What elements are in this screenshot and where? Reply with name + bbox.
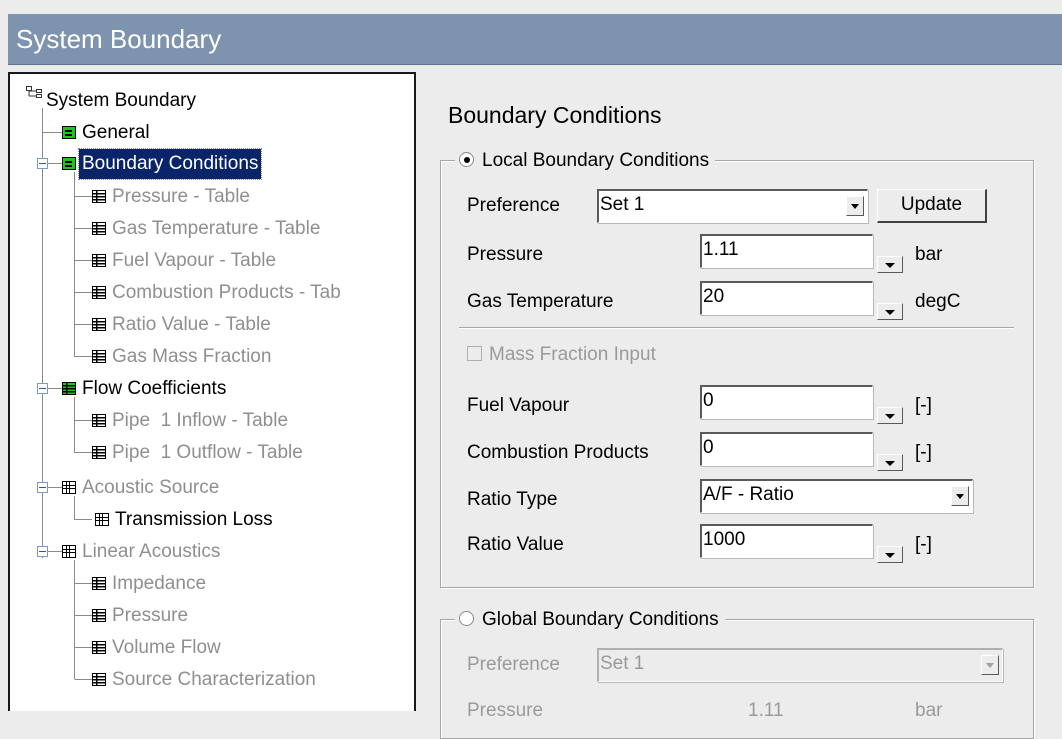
chevron-down-icon[interactable] [951, 486, 969, 506]
pressure-unit: bar [915, 244, 943, 265]
ratio-type-select[interactable]: A/F - Ratio [700, 479, 973, 513]
gas-temperature-label: Gas Temperature [467, 291, 614, 312]
table-icon [92, 254, 106, 267]
combustion-products-input[interactable]: 0 [700, 432, 873, 466]
preference-label: Preference [467, 195, 560, 216]
table-icon [92, 609, 106, 622]
combustion-products-dropdown-button[interactable] [877, 454, 903, 471]
tree-item-label: Gas Mass Fraction [112, 346, 272, 367]
collapse-flow-coefficients-toggle[interactable] [37, 383, 48, 394]
ratio-value-label: Ratio Value [467, 534, 564, 555]
tree-item-label: Volume Flow [112, 637, 221, 658]
separator [459, 327, 1014, 328]
hierarchy-icon [26, 86, 42, 98]
fuel-vapour-input[interactable]: 0 [700, 385, 873, 419]
tree-item-label: Source Characterization [112, 669, 316, 690]
tree-item-label: Fuel Vapour - Table [112, 250, 277, 271]
global-boundary-conditions-group: Global Boundary Conditions Preference Se… [440, 606, 1034, 739]
tree-item-label: Gas Temperature - Table [112, 218, 321, 239]
page-title: Boundary Conditions [448, 102, 662, 128]
grid-icon [62, 545, 76, 558]
global-boundary-conditions-legend[interactable]: Global Boundary Conditions [455, 606, 725, 634]
tree-item-label: General [82, 122, 150, 143]
collapse-acoustic-source-toggle[interactable] [37, 482, 48, 493]
local-boundary-conditions-legend[interactable]: Local Boundary Conditions [455, 147, 716, 175]
window-title: System Boundary [8, 14, 1062, 65]
global-boundary-conditions-label: Global Boundary Conditions [482, 609, 719, 630]
table-icon [92, 350, 106, 363]
chevron-down-icon[interactable] [981, 655, 999, 675]
table-icon [92, 577, 106, 590]
fuel-vapour-label: Fuel Vapour [467, 395, 570, 416]
ratio-type-label: Ratio Type [467, 489, 558, 510]
local-boundary-conditions-radio[interactable] [459, 152, 474, 167]
tree-item-label: Boundary Conditions [77, 148, 263, 180]
collapse-linear-acoustics-toggle[interactable] [37, 546, 48, 557]
tree-item-label: Pressure - Table [112, 186, 250, 207]
tree-item-label: Ratio Value - Table [112, 314, 271, 335]
fuel-vapour-dropdown-button[interactable] [877, 407, 903, 424]
global-pressure-label: Pressure [467, 700, 544, 721]
global-boundary-conditions-radio[interactable] [459, 611, 474, 626]
tree-item-label: Impedance [112, 573, 207, 594]
gas-temperature-unit: degC [915, 291, 961, 312]
table-icon [92, 446, 106, 459]
global-preference-label: Preference [467, 654, 560, 675]
local-boundary-conditions-label: Local Boundary Conditions [482, 150, 710, 171]
tree-item-label: Pipe 1 Inflow - Table [112, 410, 289, 431]
tree-item-label: Linear Acoustics [82, 541, 221, 562]
pressure-dropdown-button[interactable] [877, 256, 903, 273]
fuel-vapour-unit: [-] [915, 395, 932, 416]
grid-icon [95, 513, 109, 526]
pressure-input[interactable]: 1.11 [700, 234, 873, 268]
ratio-value-unit: [-] [915, 534, 932, 555]
navigation-tree[interactable]: System Boundary General Boundary Conditi… [8, 72, 416, 711]
global-pressure-value: 1.11 [748, 700, 784, 721]
global-pressure-unit: bar [915, 700, 943, 721]
tree-item-label: Flow Coefficients [82, 378, 227, 399]
green-table-icon [62, 382, 76, 395]
pressure-label: Pressure [467, 244, 544, 265]
chevron-down-icon[interactable] [846, 196, 864, 216]
green-form-icon [62, 157, 76, 170]
update-button[interactable]: Update [877, 189, 987, 223]
table-icon [92, 318, 106, 331]
ratio-value-input[interactable]: 1000 [700, 524, 873, 558]
green-form-icon [62, 126, 76, 139]
table-icon [92, 190, 106, 203]
checkbox-icon [467, 346, 482, 361]
tree-item-label: Combustion Products - Tab [112, 282, 341, 303]
combustion-products-unit: [-] [915, 442, 932, 463]
ratio-type-select-value: A/F - Ratio [703, 484, 794, 505]
tree-item-label: Acoustic Source [82, 477, 220, 498]
gas-temperature-input[interactable]: 20 [700, 281, 873, 315]
table-icon [92, 673, 106, 686]
mass-fraction-input-checkbox[interactable]: Mass Fraction Input [467, 344, 656, 366]
top-strip [0, 0, 1062, 14]
table-icon [92, 641, 106, 654]
collapse-boundary-conditions-toggle[interactable] [37, 158, 48, 169]
ratio-value-dropdown-button[interactable] [877, 546, 903, 563]
global-preference-select-value: Set 1 [600, 653, 645, 674]
local-boundary-conditions-group: Local Boundary Conditions Preference Set… [440, 147, 1034, 588]
tree-item-label: Transmission Loss [115, 509, 273, 530]
preference-select[interactable]: Set 1 [597, 189, 868, 223]
table-icon [92, 286, 106, 299]
mass-fraction-input-label: Mass Fraction Input [489, 344, 656, 365]
tree-item-label: Pressure [112, 605, 189, 626]
table-icon [92, 414, 106, 427]
combustion-products-label: Combustion Products [467, 442, 649, 463]
grid-icon [62, 481, 76, 494]
preference-select-value: Set 1 [600, 194, 645, 215]
table-icon [92, 222, 106, 235]
gas-temperature-dropdown-button[interactable] [877, 303, 903, 320]
tree-root-label: System Boundary [46, 90, 196, 111]
global-preference-select[interactable]: Set 1 [597, 648, 1003, 682]
tree-item-label: Pipe 1 Outflow - Table [112, 442, 303, 463]
